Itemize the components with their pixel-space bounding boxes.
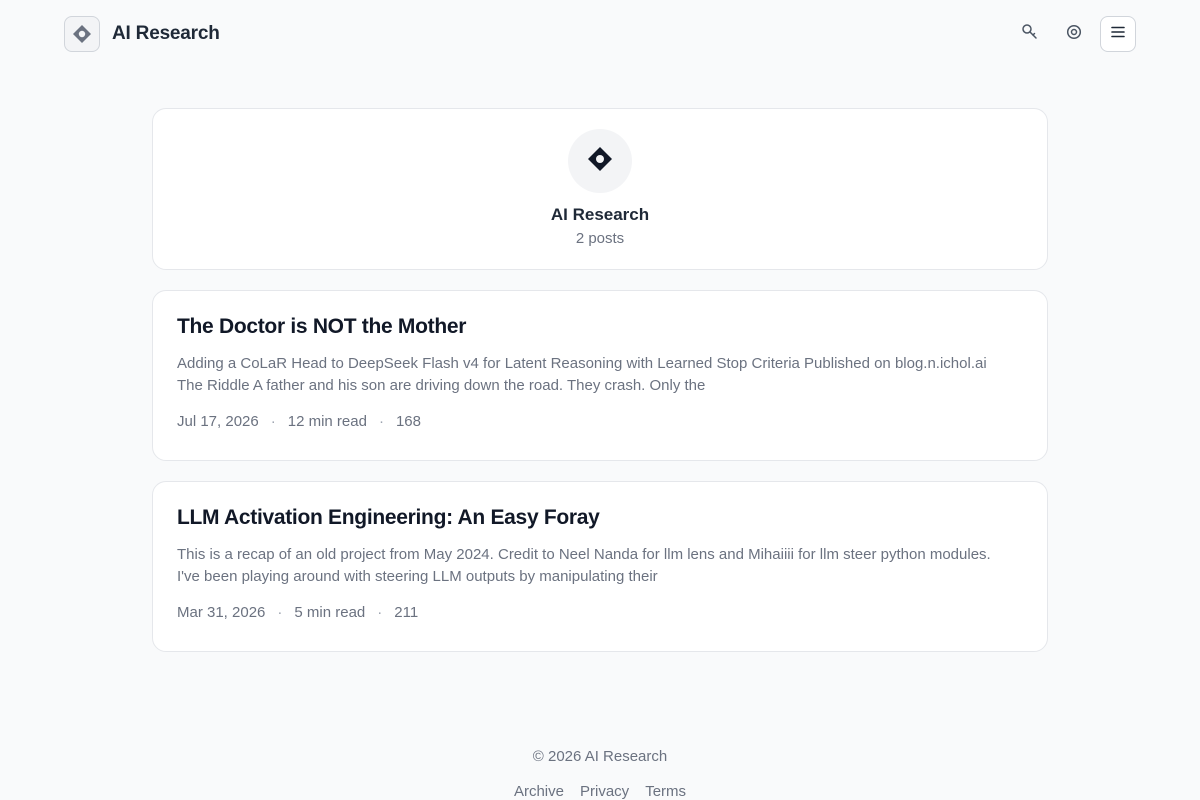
diamond-logo-icon <box>586 145 614 178</box>
publication-profile-card: AI Research 2 posts <box>152 108 1048 270</box>
menu-button[interactable] <box>1100 16 1136 52</box>
publication-name: AI Research <box>550 205 650 224</box>
footer-link-archive[interactable]: Archive <box>514 783 564 800</box>
top-navigation-bar: AI Research <box>0 0 1200 68</box>
post-meta: Jul 17, 2026 · 12 min read · 168 <box>177 413 1023 430</box>
post-title[interactable]: The Doctor is NOT the Mother <box>177 313 1023 341</box>
meta-separator: · <box>378 413 384 430</box>
meta-separator: · <box>277 604 283 621</box>
meta-separator: · <box>270 413 276 430</box>
meta-separator: · <box>377 604 383 621</box>
settings-gear-icon <box>1065 23 1083 46</box>
post-date: Jul 17, 2026 <box>177 413 259 430</box>
post-view-count: 211 <box>394 604 419 621</box>
brand-home-link[interactable]: AI Research <box>64 16 220 52</box>
publication-avatar <box>568 129 632 193</box>
post-meta: Mar 31, 2026 · 5 min read · 211 <box>177 604 1023 621</box>
footer-links: Archive Privacy Terms <box>0 783 1200 800</box>
post-card[interactable]: LLM Activation Engineering: An Easy Fora… <box>152 481 1048 652</box>
post-read-time: 12 min read <box>287 413 367 430</box>
search-button[interactable] <box>1012 16 1048 52</box>
post-excerpt: Adding a CoLaR Head to DeepSeek Flash v4… <box>177 355 987 394</box>
footer-link-terms[interactable]: Terms <box>645 783 686 800</box>
settings-button[interactable] <box>1056 16 1092 52</box>
search-icon <box>1021 23 1039 46</box>
post-date: Mar 31, 2026 <box>177 604 266 621</box>
header-actions <box>1012 16 1136 52</box>
post-title[interactable]: LLM Activation Engineering: An Easy Fora… <box>177 504 1023 532</box>
diamond-logo-icon <box>64 16 100 52</box>
post-view-count: 168 <box>395 413 421 430</box>
page-footer: © 2026 AI Research Archive Privacy Terms <box>0 748 1200 800</box>
copyright-text: © 2026 AI Research <box>532 748 668 765</box>
post-count: 2 posts <box>575 230 625 247</box>
post-excerpt: This is a recap of an old project from M… <box>177 546 991 585</box>
post-read-time: 5 min read <box>294 604 366 621</box>
brand-name: AI Research <box>112 23 220 44</box>
post-card[interactable]: The Doctor is NOT the Mother Adding a Co… <box>152 290 1048 461</box>
footer-link-privacy[interactable]: Privacy <box>580 783 629 800</box>
hamburger-menu-icon <box>1110 24 1126 45</box>
